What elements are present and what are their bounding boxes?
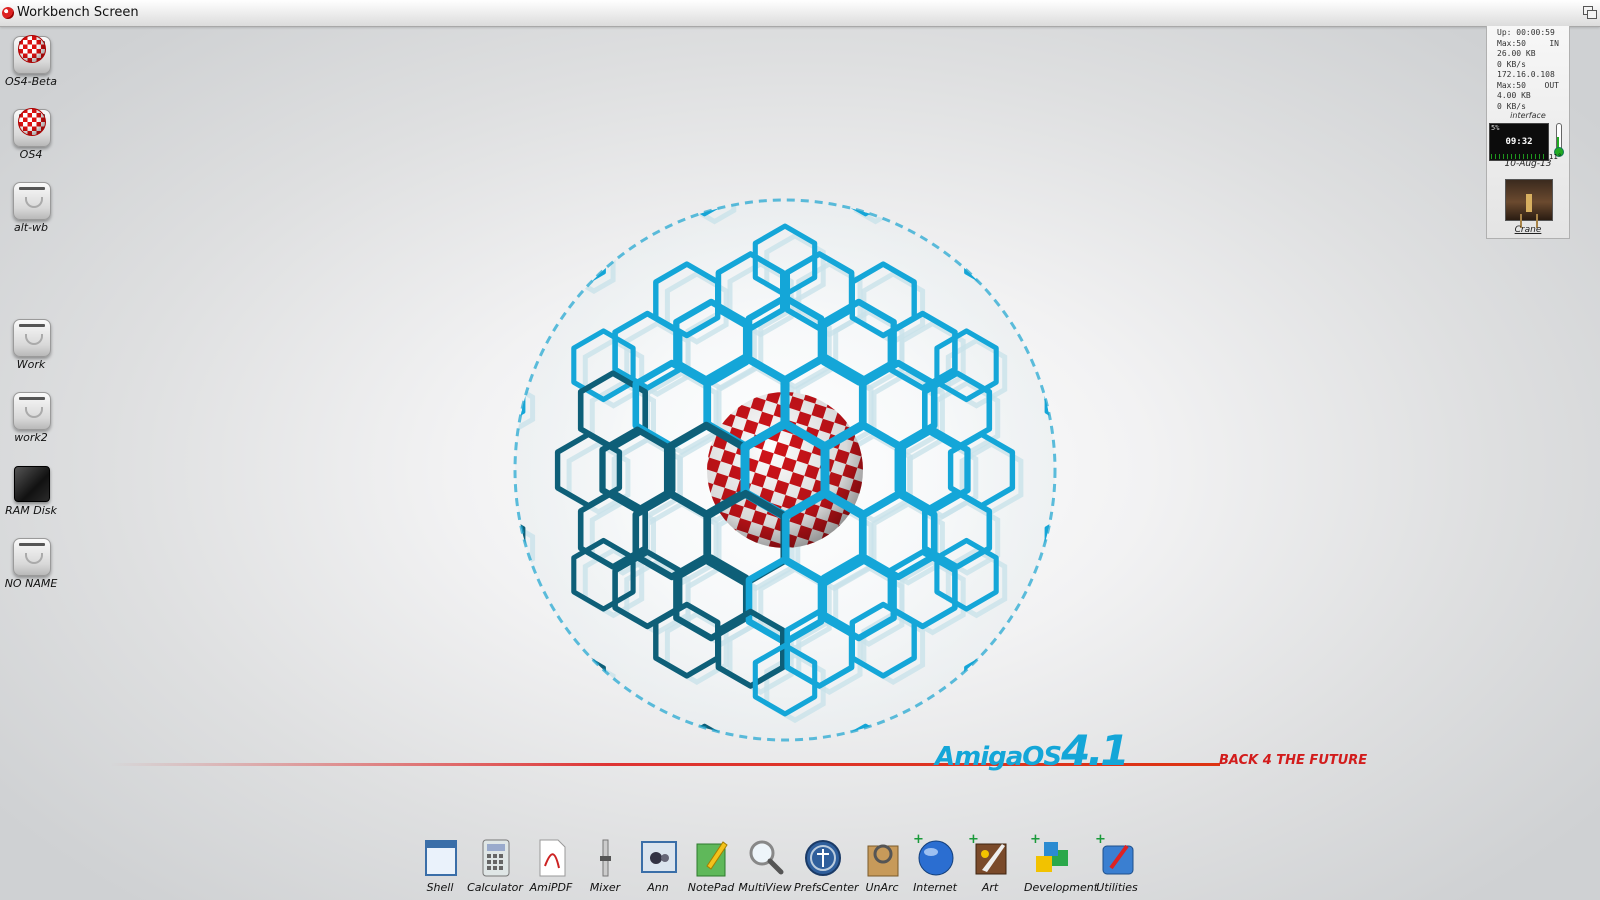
dock-item-label: AmiPDF [529,881,573,894]
logo-version-text: 4.1 [1061,726,1129,775]
art-icon: + [968,832,1010,880]
dock-item-label: Internet [913,881,957,894]
dock-item-amipdf[interactable]: AmiPDF [523,836,579,894]
dock-item-notepad[interactable]: NotePad [683,836,739,894]
unarc-icon [862,836,902,880]
shell-icon [420,836,460,880]
logo-tagline: BACK 4 THE FUTURE [1219,753,1368,768]
dock-item-prefscenter[interactable]: PrefsCenter [794,836,859,894]
dock-item-multiview[interactable]: MultiView [737,836,793,894]
dock-item-art[interactable]: + Art [962,832,1018,894]
dock-item-development[interactable]: + Development [1024,832,1099,894]
dock-item-unarc[interactable]: UnArc [854,836,910,894]
plus-badge-icon: + [1095,832,1106,847]
dock-item-ann[interactable]: Ann [630,836,686,894]
dock-item-label: PrefsCenter [794,881,859,894]
dock-item-label: Utilities [1096,881,1138,894]
prefs-icon [802,836,842,880]
dock-item-label: MultiView [738,881,792,894]
dock-item-label: Ann [647,881,669,894]
dock-item-mixer[interactable]: Mixer [577,836,633,894]
globe-icon: + [913,832,955,880]
plus-badge-icon: + [968,832,979,847]
plus-badge-icon: + [1030,832,1041,847]
cubes-icon: + [1030,832,1072,880]
amigaos-logo: AmigaOS4.1 BACK 4 THE FUTURE [935,726,1367,775]
dock-item-label: Art [981,881,999,894]
dock-item-label: UnArc [865,881,899,894]
magnifier-icon [745,836,785,880]
mixer-icon [585,836,625,880]
notepad-icon [691,836,731,880]
dock-item-label: Shell [426,881,454,894]
dock-item-label: Development [1024,881,1099,894]
dock-item-label: Mixer [589,881,621,894]
dock-item-label: NotePad [687,881,735,894]
dock-item-utilities[interactable]: + Utilities [1089,832,1145,894]
dock-item-shell[interactable]: Shell [412,836,468,894]
dock-item-label: Calculator [467,881,523,894]
utilities-icon: + [1095,832,1137,880]
pdf-icon [531,836,571,880]
calculator-icon [475,836,515,880]
logo-amiga-text: AmigaOS [935,742,1062,772]
dock-item-internet[interactable]: + Internet [907,832,963,894]
plus-badge-icon: + [913,832,924,847]
dock-item-calculator[interactable]: Calculator [467,836,523,894]
ann-icon [638,836,678,880]
